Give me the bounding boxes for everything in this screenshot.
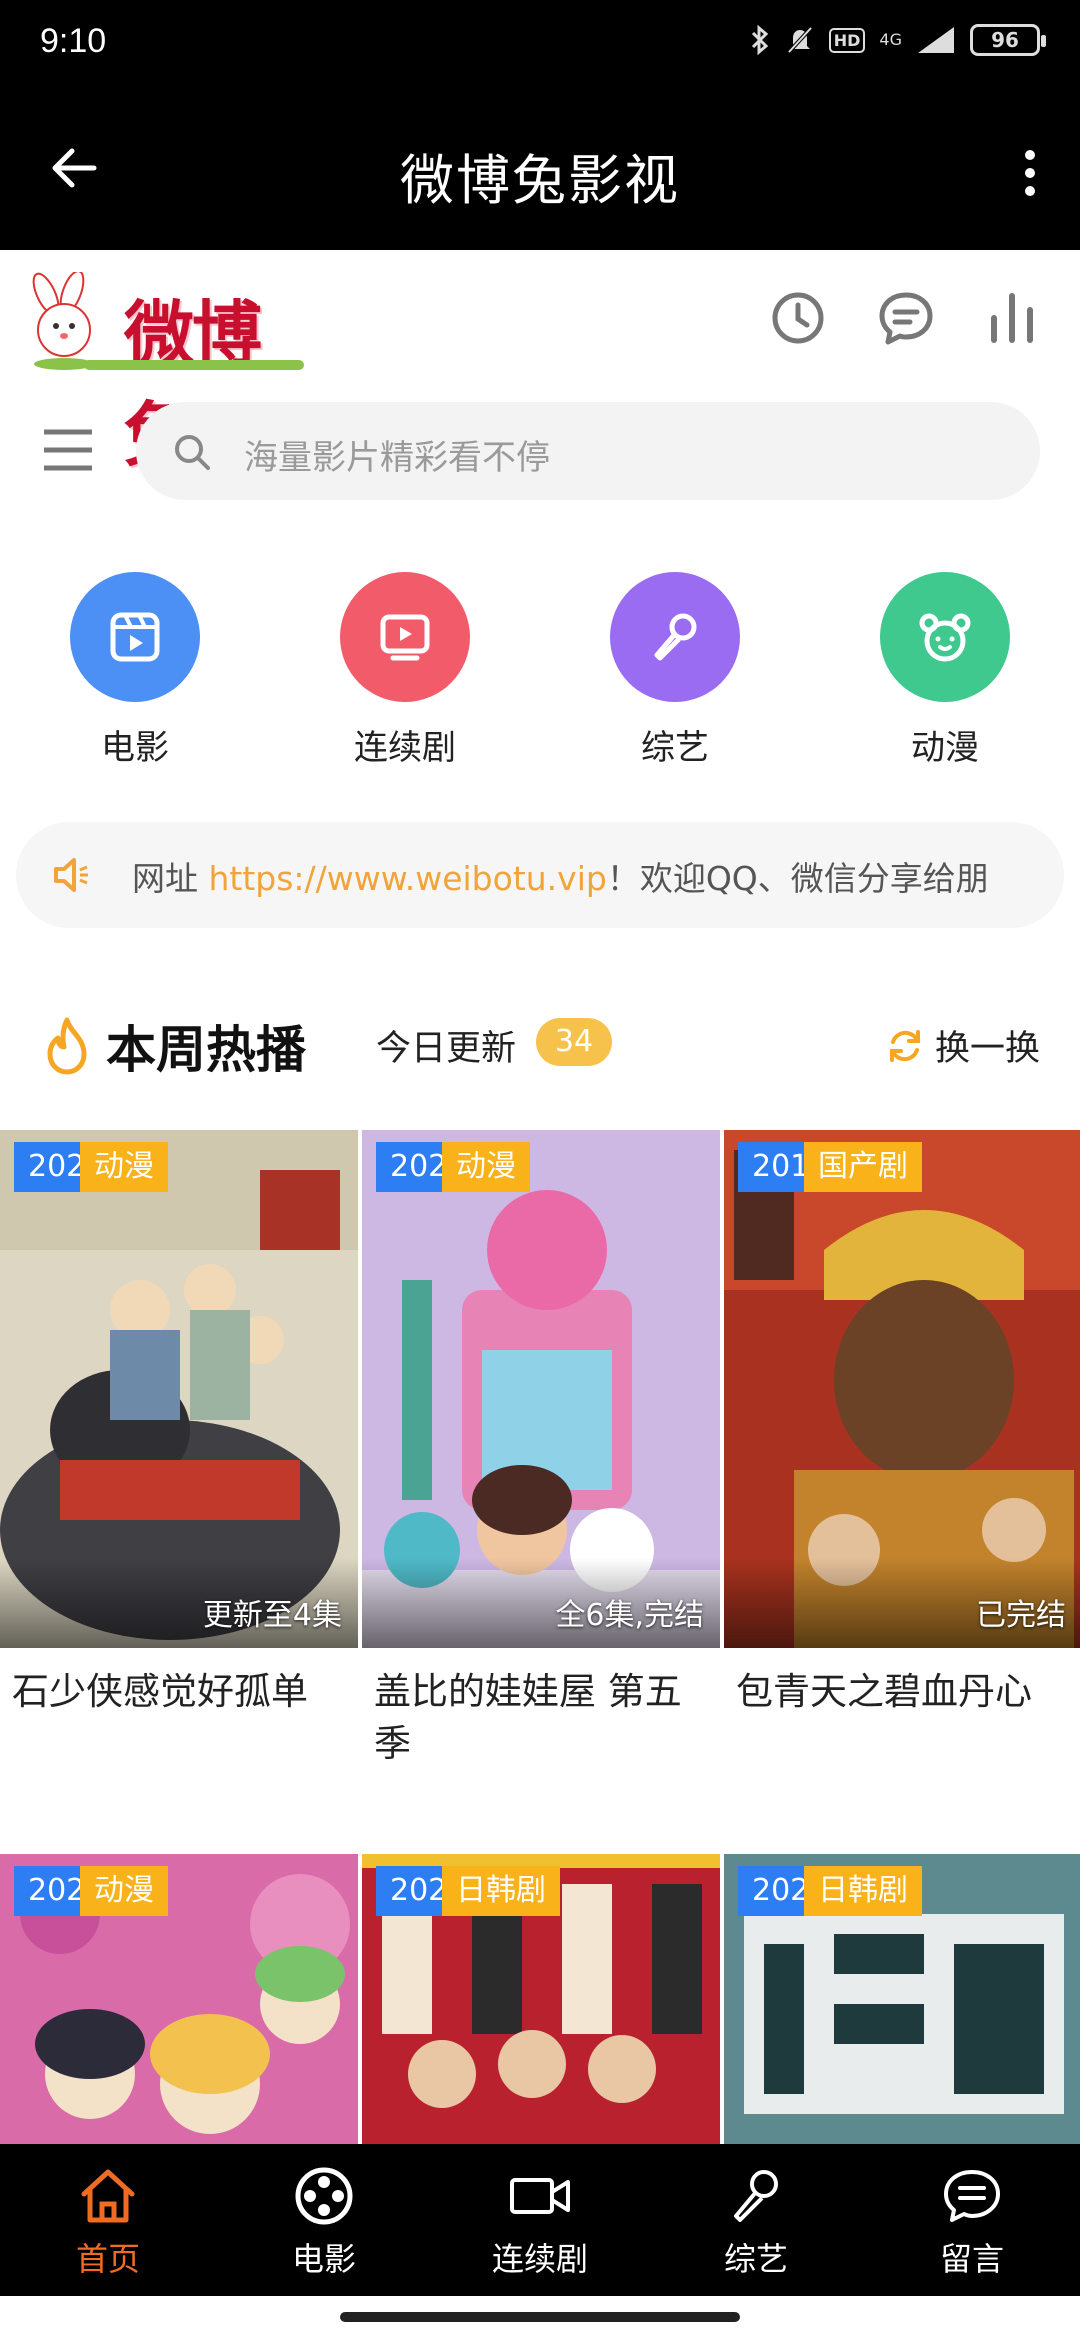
category-circle <box>610 572 740 702</box>
category-variety[interactable]: 综艺 <box>575 572 775 769</box>
category-anime[interactable]: 动漫 <box>845 572 1045 769</box>
battery-icon: 96 <box>970 24 1046 56</box>
fire-icon <box>47 1017 87 1075</box>
poster: 2022 动漫 全6集,完结 <box>362 1130 720 1648</box>
poster: 2010 国产剧 已完结 <box>724 1130 1080 1648</box>
nav-label: 首页 <box>75 2240 140 2278</box>
genre-tag: 日韩剧 <box>442 1866 560 1916</box>
nav-home[interactable]: 首页 <box>0 2144 216 2296</box>
episode-status: 更新至4集 <box>202 1598 342 1633</box>
genre-tag: 日韩剧 <box>804 1866 922 1916</box>
search-icon <box>175 435 210 470</box>
video-card[interactable]: 2022 动漫 更新至4集 石少侠感觉好孤单 <box>0 1130 358 1718</box>
video-card[interactable]: 2022 动漫 全6集,完结 盖比的娃娃屋 第五季 <box>362 1130 720 1770</box>
category-label: 综艺 <box>641 728 709 768</box>
notice-text: 网址 https://www.weibotu.vip！欢迎QQ、微信分享给朋 <box>132 852 989 900</box>
card-title: 石少侠感觉好孤单 <box>12 1670 308 1713</box>
message-icon[interactable] <box>876 288 936 348</box>
bluetooth-icon <box>751 24 768 56</box>
nav-variety[interactable]: 综艺 <box>648 2144 864 2296</box>
notice-link[interactable]: https://www.weibotu.vip <box>209 859 607 898</box>
genre-tag: 动漫 <box>442 1142 530 1192</box>
nav-label: 电影 <box>291 2240 356 2278</box>
status-bar: 9:10 HD 4G 96 <box>0 0 1080 88</box>
today-update-count: 34 <box>536 1018 612 1066</box>
site-logo[interactable]: 微博兔 <box>24 272 314 476</box>
microphone-icon <box>734 2170 778 2222</box>
notice-suffix: ！欢迎QQ、微信分享给朋 <box>606 859 989 898</box>
app-bar: 微博兔影视 <box>0 88 1080 250</box>
refresh-icon <box>889 1029 920 1062</box>
category-series[interactable]: 连续剧 <box>305 572 505 769</box>
tv-icon <box>380 614 430 661</box>
category-label: 电影 <box>101 728 169 768</box>
category-circle <box>340 572 470 702</box>
site-header: 微博兔 <box>0 250 1080 476</box>
episode-status: 全6集,完结 <box>555 1598 704 1633</box>
episode-status: 已完结 <box>976 1598 1066 1633</box>
battery-level: 96 <box>991 28 1019 52</box>
card-title: 盖比的娃娃屋 第五季 <box>374 1670 682 1765</box>
rabbit-logo-icon <box>32 272 94 370</box>
bottom-nav: 首页 电影 连续剧 综艺 留言 <box>0 2144 1080 2296</box>
microphone-icon <box>654 613 697 661</box>
signal-icon <box>918 27 954 53</box>
poster: 2022 动漫 更新至4集 <box>0 1130 358 1648</box>
more-vertical-icon[interactable] <box>1010 143 1050 203</box>
chat-bubble-icon <box>944 2170 1000 2222</box>
genre-tag: 国产剧 <box>804 1142 922 1192</box>
notice-prefix: 网址 <box>132 859 209 898</box>
history-clock-icon[interactable] <box>768 288 828 348</box>
category-circle <box>70 572 200 702</box>
refresh-button[interactable]: 换一换 <box>885 1020 1040 1071</box>
video-camera-icon <box>510 2178 570 2214</box>
section-title: 本周热播 <box>106 1021 306 1079</box>
nav-series[interactable]: 连续剧 <box>432 2144 648 2296</box>
nav-label: 连续剧 <box>491 2240 588 2278</box>
card-title: 包青天之碧血丹心 <box>736 1670 1032 1713</box>
network-type: 4G <box>879 30 902 49</box>
category-label: 动漫 <box>911 728 979 768</box>
menu-icon[interactable] <box>40 422 96 478</box>
film-icon <box>110 612 160 662</box>
nav-label: 综艺 <box>723 2240 788 2278</box>
nav-label: 留言 <box>939 2240 1004 2278</box>
nav-movie[interactable]: 电影 <box>216 2144 432 2296</box>
video-card[interactable]: 2010 国产剧 已完结 包青天之碧血丹心 <box>724 1130 1080 1718</box>
app-title: 微博兔影视 <box>400 149 680 212</box>
bear-face-icon <box>919 613 971 662</box>
ranking-bars-icon[interactable] <box>982 288 1042 348</box>
status-time: 9:10 <box>40 22 107 60</box>
mute-bell-icon <box>787 26 813 54</box>
nav-message[interactable]: 留言 <box>864 2144 1080 2296</box>
status-icons: HD 4G 96 <box>749 24 1046 56</box>
genre-tag: 动漫 <box>80 1142 168 1192</box>
category-circle <box>880 572 1010 702</box>
section-header: 本周热播 今日更新 34 换一换 <box>0 1000 1080 1090</box>
gesture-bar[interactable] <box>340 2312 740 2322</box>
category-movie[interactable]: 电影 <box>35 572 235 769</box>
refresh-label: 换一换 <box>934 1029 1040 1069</box>
search-placeholder: 海量影片精彩看不停 <box>244 438 550 478</box>
gesture-area <box>0 2296 1080 2340</box>
speaker-icon <box>54 858 88 892</box>
logo-grass <box>84 360 304 370</box>
notice-bar[interactable]: 网址 https://www.weibotu.vip！欢迎QQ、微信分享给朋 <box>16 822 1064 928</box>
today-update-label[interactable]: 今日更新 <box>376 1020 516 1071</box>
category-label: 连续剧 <box>354 728 456 768</box>
genre-tag: 动漫 <box>80 1866 168 1916</box>
film-reel-icon <box>295 2167 353 2225</box>
search-input[interactable]: 海量影片精彩看不停 <box>136 402 1040 500</box>
hd-badge: HD <box>828 27 866 53</box>
home-icon <box>81 2169 135 2223</box>
